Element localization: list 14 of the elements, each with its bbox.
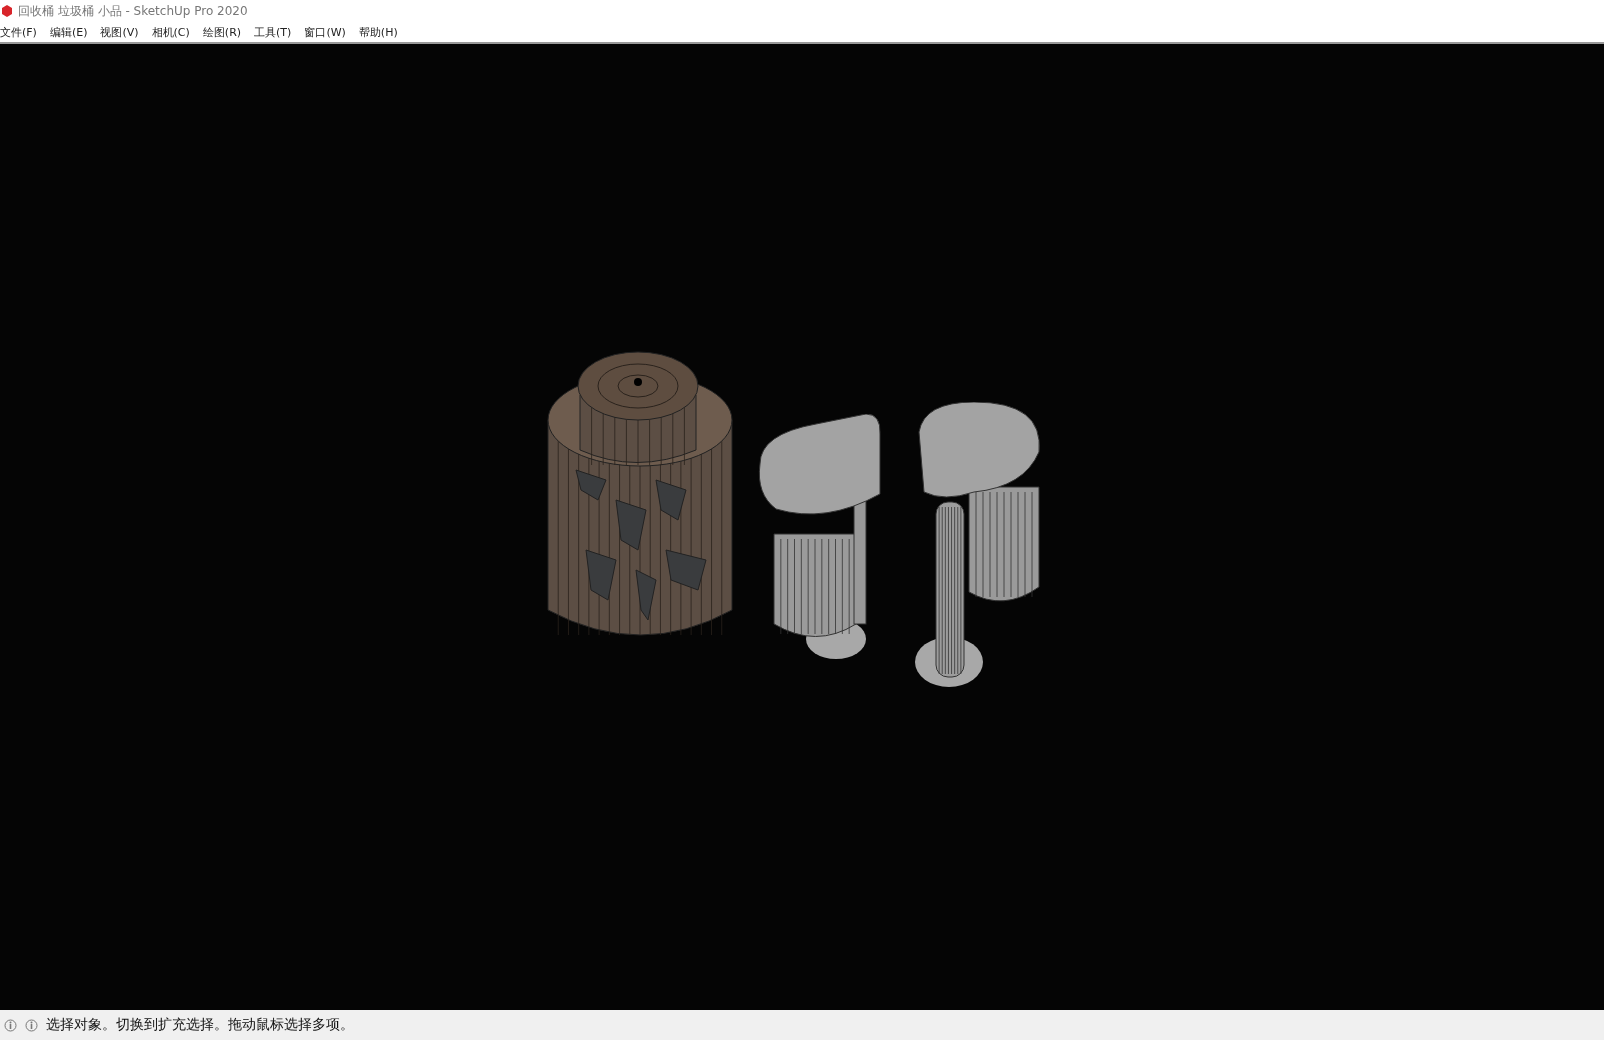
3d-viewport[interactable] xyxy=(0,44,1604,1010)
menu-item[interactable]: 窗口(W) xyxy=(304,24,353,40)
status-message: 选择对象。切换到扩充选择。拖动鼠标选择多项。 xyxy=(46,1016,354,1034)
menu-item[interactable]: 文件(F) xyxy=(0,24,44,40)
info-icon xyxy=(4,1018,17,1032)
menu-item[interactable]: 工具(T) xyxy=(254,24,299,40)
menu-item[interactable]: 编辑(E) xyxy=(49,24,95,40)
window-title: 回收桶 垃圾桶 小品 - SketchUp Pro 2020 xyxy=(18,2,248,20)
app-logo-icon xyxy=(2,5,12,17)
menu-item[interactable]: 绘图(R) xyxy=(202,24,249,40)
menu-item[interactable]: 视图(V) xyxy=(100,24,146,40)
menu-item[interactable]: 相机(C) xyxy=(151,24,197,40)
menu-item[interactable]: 帮助(H) xyxy=(358,24,405,40)
info-icon xyxy=(25,1018,38,1032)
